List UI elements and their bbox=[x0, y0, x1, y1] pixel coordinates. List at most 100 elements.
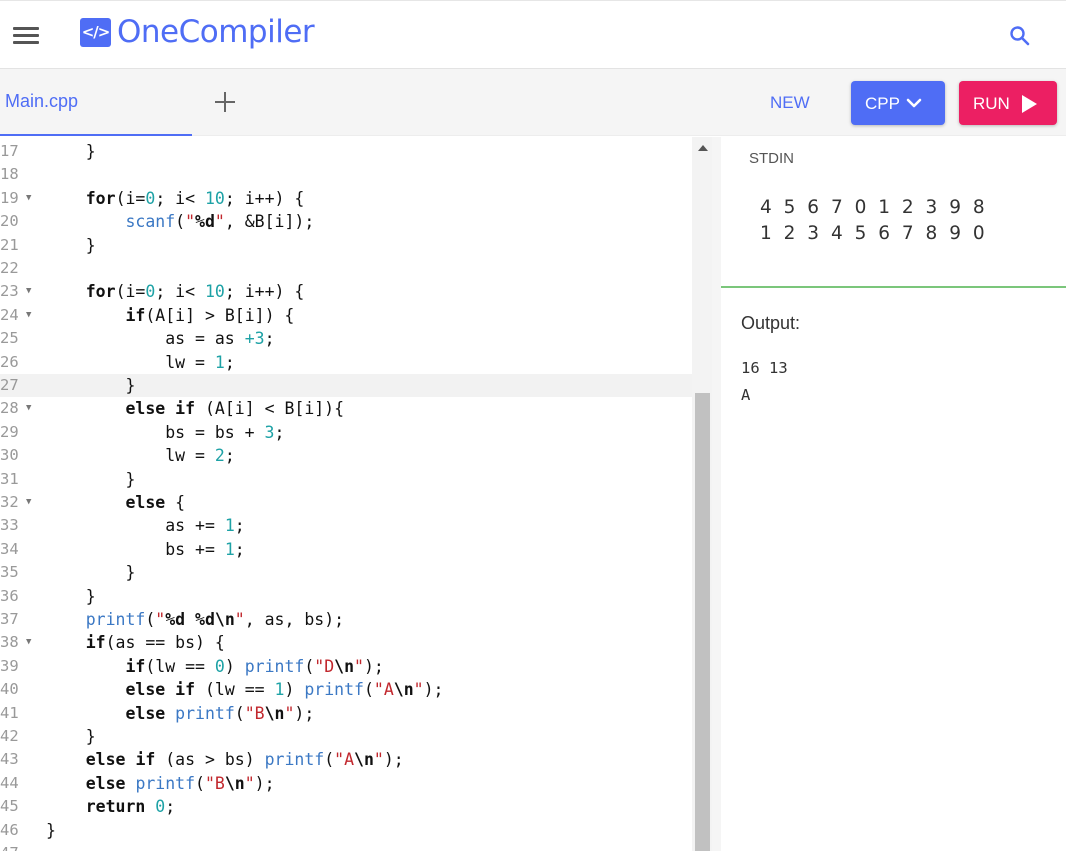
code-line[interactable]: 30 lw = 2; bbox=[0, 444, 692, 467]
code-text: if(A[i] > B[i]) { bbox=[125, 305, 295, 325]
code-text: bs += 1; bbox=[46, 539, 245, 559]
code-line[interactable]: 37 printf("%d %d\n", as, bs); bbox=[0, 608, 692, 631]
code-line[interactable]: 17 } bbox=[0, 140, 692, 163]
line-number: 21 bbox=[0, 235, 19, 254]
line-number: 33 bbox=[0, 516, 19, 535]
top-header: </> OneCompiler bbox=[0, 0, 1066, 69]
code-text: } bbox=[46, 376, 136, 395]
line-number: 30 bbox=[0, 446, 19, 465]
code-line[interactable]: 29 bs = bs + 3; bbox=[0, 421, 692, 444]
code-line[interactable]: 22 bbox=[0, 257, 692, 280]
code-text: else printf("B\n"); bbox=[125, 703, 315, 723]
line-number: 37 bbox=[0, 610, 19, 628]
code-line[interactable]: 46} bbox=[0, 819, 692, 842]
stdin-line: 1 2 3 4 5 6 7 8 9 0 bbox=[760, 223, 988, 244]
line-number: 39 bbox=[0, 656, 19, 675]
code-line[interactable]: 25 as = as +3; bbox=[0, 327, 692, 350]
search-icon[interactable] bbox=[1008, 24, 1032, 48]
line-number: 28 bbox=[0, 399, 19, 418]
fold-arrow-icon[interactable]: ▼ bbox=[26, 491, 31, 514]
line-number: 43 bbox=[0, 750, 19, 769]
code-line[interactable]: 19 ▼ for(i=0; i< 10; i++) { bbox=[0, 187, 692, 210]
line-number: 22 bbox=[0, 259, 19, 277]
line-number: 44 bbox=[0, 773, 19, 792]
code-editor[interactable]: 17 } 18 19 ▼ for(i=0; i< 10; i++) {20 scanf… bbox=[0, 137, 712, 851]
code-line[interactable]: 45 return 0; bbox=[0, 795, 692, 818]
fold-arrow-icon[interactable]: ▼ bbox=[26, 304, 31, 327]
code-line[interactable]: 34 bs += 1; bbox=[0, 538, 692, 561]
line-number: 41 bbox=[0, 703, 19, 722]
fold-arrow-icon[interactable]: ▼ bbox=[26, 187, 31, 210]
line-number: 20 bbox=[0, 212, 19, 231]
code-text: else if (A[i] < B[i]){ bbox=[125, 399, 345, 419]
line-number: 47 bbox=[0, 842, 24, 851]
code-line[interactable]: 47 bbox=[0, 842, 692, 851]
code-line[interactable]: 43 else if (as > bs) printf("A\n"); bbox=[0, 748, 692, 771]
output-line: 16 13 bbox=[741, 359, 788, 377]
stdin-label: STDIN bbox=[749, 150, 794, 167]
line-number: 38 bbox=[0, 633, 19, 652]
logo-icon[interactable]: </> bbox=[80, 18, 111, 47]
line-number: 35 bbox=[0, 563, 19, 582]
code-text: as = as +3; bbox=[46, 329, 275, 349]
code-text: } bbox=[46, 142, 96, 161]
code-line[interactable]: 21 } bbox=[0, 234, 692, 257]
code-text: lw = 2; bbox=[46, 446, 235, 466]
code-line[interactable]: 26 lw = 1; bbox=[0, 351, 692, 374]
code-line[interactable]: 38 ▼ if(as == bs) { bbox=[0, 631, 692, 654]
add-tab-icon[interactable] bbox=[214, 91, 236, 113]
fold-arrow-icon[interactable]: ▼ bbox=[26, 631, 31, 654]
code-text: printf("%d %d\n", as, bs); bbox=[85, 610, 345, 629]
line-number: 32 bbox=[0, 493, 19, 511]
panel-divider bbox=[721, 286, 1066, 288]
code-line[interactable]: 24 ▼ if(A[i] > B[i]) { bbox=[0, 304, 692, 327]
fold-arrow-icon[interactable]: ▼ bbox=[26, 280, 31, 303]
code-text: for(i=0; i< 10; i++) { bbox=[85, 282, 305, 302]
code-line[interactable]: 32 ▼ else { bbox=[0, 491, 692, 514]
line-number: 46 bbox=[0, 820, 19, 839]
line-number: 36 bbox=[0, 586, 19, 605]
tab-label: Main.cpp bbox=[5, 91, 79, 111]
code-text: else { bbox=[125, 493, 186, 512]
code-line[interactable]: 41 else printf("B\n"); bbox=[0, 702, 692, 725]
code-line[interactable]: 42 } bbox=[0, 725, 692, 748]
line-number: 40 bbox=[0, 680, 19, 699]
code-text: scanf("%d", &B[i]); bbox=[125, 212, 315, 232]
code-text: } bbox=[46, 469, 136, 489]
io-panel: STDIN 4 5 6 7 0 1 2 3 9 8 1 2 3 4 5 6 7 … bbox=[712, 137, 1066, 851]
line-number: 34 bbox=[0, 539, 19, 558]
play-icon bbox=[1022, 95, 1037, 113]
code-line[interactable]: 40 else if (lw == 1) printf("A\n"); bbox=[0, 678, 692, 701]
code-line[interactable]: 23 ▼ for(i=0; i< 10; i++) { bbox=[0, 280, 692, 303]
code-line[interactable]: 18 bbox=[0, 163, 692, 186]
code-line[interactable]: 31 } bbox=[0, 468, 692, 491]
code-line[interactable]: 33 as += 1; bbox=[0, 514, 692, 537]
fold-arrow-icon[interactable]: ▼ bbox=[26, 397, 31, 420]
run-label: RUN bbox=[973, 94, 1010, 113]
language-select-button[interactable]: CPP bbox=[851, 81, 945, 125]
code-line[interactable]: 20 scanf("%d", &B[i]); bbox=[0, 210, 692, 233]
code-line[interactable]: 36 } bbox=[0, 585, 692, 608]
logo-text[interactable]: OneCompiler bbox=[117, 14, 315, 50]
code-text: for(i=0; i< 10; i++) { bbox=[85, 188, 305, 208]
new-button[interactable]: NEW bbox=[770, 93, 810, 113]
code-line[interactable]: 28 ▼ else if (A[i] < B[i]){ bbox=[0, 397, 692, 420]
line-number: 31 bbox=[0, 469, 19, 488]
scroll-up-arrow-icon[interactable] bbox=[698, 145, 708, 151]
code-text: else printf("B\n"); bbox=[85, 773, 275, 793]
editor-scroll-thumb[interactable] bbox=[695, 393, 710, 851]
menu-icon[interactable] bbox=[13, 26, 39, 46]
code-line[interactable]: 39 if(lw == 0) printf("D\n"); bbox=[0, 655, 692, 678]
line-number: 18 bbox=[0, 165, 19, 184]
chevron-down-icon bbox=[906, 98, 922, 108]
code-line[interactable]: 44 else printf("B\n"); bbox=[0, 772, 692, 795]
code-text: if(lw == 0) printf("D\n"); bbox=[125, 656, 384, 676]
code-line[interactable]: 35 } bbox=[0, 561, 692, 584]
code-line[interactable]: 27 } bbox=[0, 374, 692, 398]
run-button[interactable]: RUN bbox=[959, 81, 1057, 125]
code-text: } bbox=[46, 820, 56, 840]
tab-main-cpp[interactable]: Main.cpp bbox=[0, 69, 192, 136]
code-text: as += 1; bbox=[46, 516, 245, 536]
code-text: } bbox=[46, 563, 136, 583]
code-text: } bbox=[46, 235, 96, 255]
